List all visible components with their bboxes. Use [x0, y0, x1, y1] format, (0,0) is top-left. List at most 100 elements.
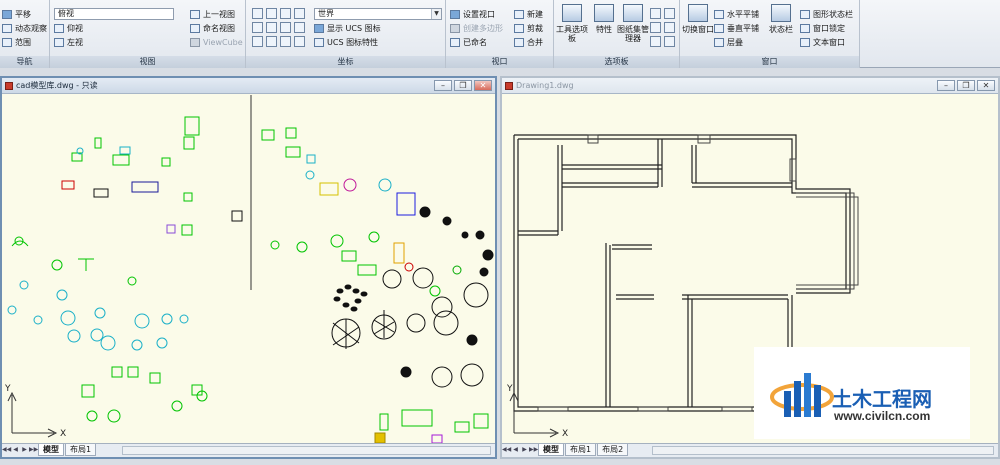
- cascade-button[interactable]: 层叠: [714, 36, 743, 49]
- ucs-origin-icon[interactable]: [252, 22, 263, 33]
- tab-model[interactable]: 模型: [38, 444, 64, 456]
- named-viewports-button[interactable]: 已命名: [450, 36, 487, 49]
- markup-icon[interactable]: [664, 8, 675, 19]
- tool-palettes-icon: [562, 4, 582, 22]
- lock-icon: [800, 24, 810, 33]
- block-library-drawing: Y X: [4, 95, 494, 444]
- ucs-world-icon[interactable]: [252, 8, 263, 19]
- window-controls: – ❐ ✕: [432, 80, 492, 92]
- pan-button[interactable]: 平移: [2, 8, 31, 21]
- ucs-combo[interactable]: 世界 ▼: [314, 8, 442, 20]
- coords-panel-title[interactable]: 坐标: [246, 56, 445, 68]
- lock-window-button[interactable]: 窗口锁定: [800, 22, 845, 35]
- viewcube-icon: [190, 38, 200, 47]
- show-ucs-icon-button[interactable]: 显示 UCS 图标: [314, 22, 381, 35]
- xref-icon[interactable]: [650, 36, 661, 47]
- ucs-zaxis-icon[interactable]: [266, 22, 277, 33]
- axis-y-label: Y: [506, 384, 513, 394]
- orbit-button[interactable]: 动态观察: [2, 22, 47, 35]
- tab-next-icon[interactable]: ▶: [20, 444, 29, 456]
- quickcalc-icon[interactable]: [664, 22, 675, 33]
- tile-horizontal-button[interactable]: 水平平铺: [714, 8, 759, 21]
- ucs-face-icon[interactable]: [280, 8, 291, 19]
- window-titlebar[interactable]: Drawing1.dwg – ❐ ✕: [502, 78, 998, 94]
- tab-first-icon[interactable]: ◀◀: [502, 444, 511, 456]
- tab-next-icon[interactable]: ▶: [520, 444, 529, 456]
- window-controls: – ❐ ✕: [935, 80, 995, 92]
- bottom-view-icon: [54, 24, 64, 33]
- viewport-config-button[interactable]: 设置视口: [450, 8, 495, 21]
- switch-window-button[interactable]: 切换窗口: [680, 4, 716, 52]
- palettes-panel-title[interactable]: 选项板: [554, 56, 679, 68]
- tab-layout1[interactable]: 布局1: [65, 444, 97, 456]
- ucs-x-icon[interactable]: [294, 22, 305, 33]
- window-panel-title[interactable]: 窗口: [680, 56, 859, 68]
- ucs-named-icon[interactable]: [294, 36, 305, 47]
- status-bar-button[interactable]: 状态栏: [764, 4, 798, 52]
- join-viewport-button[interactable]: 合并: [514, 36, 543, 49]
- minimize-button[interactable]: –: [937, 80, 955, 91]
- nav-panel-title[interactable]: 导航: [0, 56, 49, 68]
- view-list-top[interactable]: 俯视: [54, 8, 174, 20]
- model-space-canvas[interactable]: Y X: [2, 95, 495, 444]
- orbit-icon: [2, 24, 12, 33]
- restore-button[interactable]: ❐: [454, 80, 472, 91]
- ucs-object-icon[interactable]: [266, 8, 277, 19]
- horizontal-scrollbar[interactable]: [652, 446, 994, 455]
- tab-last-icon[interactable]: ▶▶: [29, 444, 38, 456]
- tab-prev-icon[interactable]: ◀: [511, 444, 520, 456]
- minimize-button[interactable]: –: [434, 80, 452, 91]
- text-window-button[interactable]: 文本窗口: [800, 36, 845, 49]
- view-bottom-item[interactable]: 仰视: [54, 22, 83, 35]
- watermark-logo: 土木工程网 www.civilcn.com: [754, 347, 970, 439]
- ucs-axis-left: [7, 391, 58, 438]
- tab-model[interactable]: 模型: [538, 444, 564, 456]
- tab-first-icon[interactable]: ◀◀: [2, 444, 11, 456]
- window-titlebar[interactable]: cad模型库.dwg - 只读 – ❐ ✕: [2, 78, 495, 94]
- ucs-z-icon[interactable]: [266, 36, 277, 47]
- previous-view-icon: [190, 10, 200, 19]
- dbconnect-icon[interactable]: [650, 22, 661, 33]
- clip-viewport-button[interactable]: 剪裁: [514, 22, 543, 35]
- previous-view-button[interactable]: 上一视图: [190, 8, 235, 21]
- viewcube-button[interactable]: ViewCube: [190, 36, 243, 49]
- nav-panel: 平移 动态观察 范围 导航: [0, 0, 50, 68]
- properties-button[interactable]: 特性: [590, 4, 618, 52]
- drawing-status-bar-button[interactable]: 图形状态栏: [800, 8, 853, 21]
- horizontal-scrollbar[interactable]: [122, 446, 491, 455]
- tool-palettes-button[interactable]: 工具选项板: [554, 4, 590, 52]
- create-polygon-button[interactable]: 创建多边形: [450, 22, 503, 35]
- ucs-3point-icon[interactable]: [280, 22, 291, 33]
- ucs-y-icon[interactable]: [252, 36, 263, 47]
- extents-button[interactable]: 范围: [2, 36, 31, 49]
- balcony-rails: [796, 192, 859, 290]
- close-button[interactable]: ✕: [977, 80, 995, 91]
- coords-panel: 世界 ▼ 显示 UCS 图标 UCS 图标特性 坐标: [246, 0, 446, 68]
- ucs-icon-properties-button[interactable]: UCS 图标特性: [314, 36, 378, 49]
- ucs-apply-icon[interactable]: [280, 36, 291, 47]
- restore-button[interactable]: ❐: [957, 80, 975, 91]
- calculator-icon[interactable]: [664, 36, 675, 47]
- sheet-set-manager-button[interactable]: 图纸集管理器: [616, 4, 650, 52]
- chevron-down-icon: ▼: [431, 9, 441, 19]
- layout-tab-bar: ◀◀ ◀ ▶ ▶▶ 模型 布局1 布局2: [502, 443, 998, 457]
- tab-prev-icon[interactable]: ◀: [11, 444, 20, 456]
- window-panel: 切换窗口 水平平铺 垂直平铺 层叠 状态栏 图形状态栏 窗口锁定 文本窗口 窗口: [680, 0, 860, 68]
- tab-layout1[interactable]: 布局1: [565, 444, 597, 456]
- dwg-file-icon: [5, 82, 13, 90]
- ucs-display-icon: [314, 24, 324, 33]
- new-viewport-button[interactable]: 新建: [514, 8, 543, 21]
- ucs-view-icon[interactable]: [294, 8, 305, 19]
- design-center-icon[interactable]: [650, 8, 661, 19]
- model-library-window[interactable]: cad模型库.dwg - 只读 – ❐ ✕ Y X ◀◀ ◀ ▶ ▶▶ 模型 布…: [0, 76, 497, 459]
- tile-vertical-icon: [714, 24, 724, 33]
- view-left-item[interactable]: 左视: [54, 36, 83, 49]
- tile-vertical-button[interactable]: 垂直平铺: [714, 22, 759, 35]
- named-views-button[interactable]: 命名视图: [190, 22, 235, 35]
- views-panel-title[interactable]: 视图: [50, 56, 245, 68]
- viewport-panel-title[interactable]: 视口: [446, 56, 553, 68]
- tab-layout2[interactable]: 布局2: [597, 444, 629, 456]
- tab-last-icon[interactable]: ▶▶: [529, 444, 538, 456]
- join-icon: [514, 38, 524, 47]
- close-button[interactable]: ✕: [474, 80, 492, 91]
